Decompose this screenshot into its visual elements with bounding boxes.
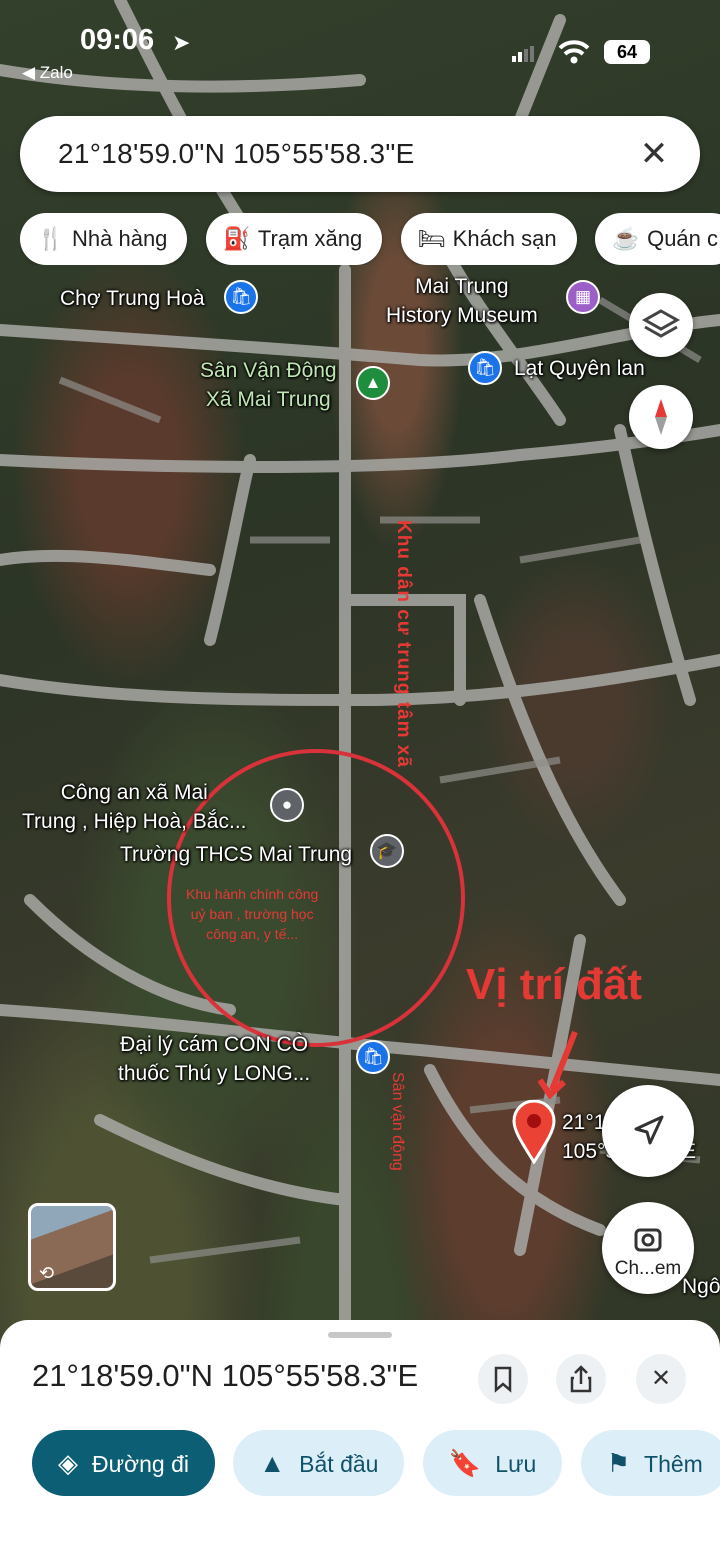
poi-label-lat-quyen[interactable]: Lạt Quyên lan (514, 354, 645, 383)
close-icon: ✕ (639, 135, 669, 173)
compass-icon (655, 399, 667, 435)
start-button[interactable]: ▲ Bắt đầu (233, 1430, 405, 1496)
poi-label-police[interactable]: Công an xã Mai Trung , Hiệp Hoà, Bắc... (22, 778, 247, 836)
restaurant-icon: 🍴 (37, 226, 65, 251)
action-buttons-row: ◈ Đường đi ▲ Bắt đầu 🔖 Lưu ⚑ Thêm (32, 1430, 720, 1496)
category-chips: 🍴 Nhà hàng ⛽ Trạm xăng 🛏 Khách sạn ☕ Quán c (20, 213, 720, 265)
wifi-icon (558, 40, 590, 64)
street-view-thumbnail[interactable]: ⟲ (28, 1203, 116, 1291)
action-label: Lưu (495, 1451, 537, 1477)
museum-line2: History Museum (386, 304, 538, 327)
compass-button[interactable] (629, 385, 693, 449)
shopping-icon-3[interactable]: 🛍 (356, 1040, 390, 1074)
search-bar[interactable]: 21°18'59.0"N 105°55'58.3"E ✕ (20, 116, 700, 192)
close-icon: ✕ (650, 1365, 672, 1392)
camera-label: Ch...em (614, 1258, 682, 1279)
museum-line1: Mai Trung (415, 275, 509, 298)
annotation-admin-area: Khu hành chính công uỷ ban , trường học … (186, 884, 318, 944)
chip-coffee[interactable]: ☕ Quán c (595, 213, 720, 265)
search-query[interactable]: 21°18'59.0"N 105°55'58.3"E (58, 138, 415, 170)
more-button[interactable]: ⚑ Thêm (580, 1430, 720, 1496)
layers-icon (641, 309, 681, 338)
clear-search-button[interactable]: ✕ (632, 132, 676, 176)
shopping-icon-2[interactable]: 🛍 (468, 351, 502, 385)
navigate-icon: ▲ (259, 1448, 286, 1478)
park-icon[interactable]: ▲ (356, 366, 390, 400)
stadium-line1: Sân Vận Động (200, 359, 337, 382)
share-icon (570, 1365, 592, 1393)
chip-hotels[interactable]: 🛏 Khách sạn (400, 213, 577, 265)
chip-label: Nhà hàng (72, 226, 168, 251)
bookmark-outline-icon (494, 1366, 512, 1393)
poi-label-school[interactable]: Trường THCS Mai Trung (120, 840, 352, 869)
annotation-land-location: Vị trí đất (466, 960, 643, 1009)
save-button[interactable]: 🔖 Lưu (422, 1430, 563, 1496)
chip-label: Khách sạn (452, 226, 557, 251)
action-label: Thêm (644, 1451, 703, 1477)
bed-icon: 🛏 (417, 226, 446, 251)
place-bottom-sheet[interactable]: 21°18'59.0"N 105°55'58.3"E ✕ ◈ Đường đi ▲… (0, 1320, 720, 1565)
close-sheet-button[interactable]: ✕ (636, 1354, 686, 1404)
chip-restaurants[interactable]: 🍴 Nhà hàng (20, 213, 188, 265)
sheet-drag-handle[interactable] (328, 1332, 392, 1338)
flag-icon: ⚑ (606, 1448, 631, 1478)
poi-label-stadium[interactable]: Sân Vận Động Xã Mai Trung (200, 356, 337, 414)
camera-search-button[interactable]: Ch...em (602, 1202, 694, 1294)
save-place-button[interactable] (478, 1354, 528, 1404)
poi-label-museum[interactable]: Mai Trung History Museum (386, 272, 538, 330)
shopping-icon[interactable]: 🛍 (224, 280, 258, 314)
cellular-signal-icon (512, 46, 534, 62)
coffee-icon: ☕ (612, 226, 640, 251)
place-coordinates: 21°18'59.0"N 105°55'58.3"E (32, 1358, 419, 1393)
action-label: Đường đi (92, 1451, 189, 1477)
chip-label: Trạm xăng (257, 226, 363, 251)
gas-station-icon: ⛽ (223, 226, 251, 251)
police-line2: Trung , Hiệp Hoà, Bắc... (22, 810, 247, 833)
status-bar: 09:06 ➤ ◀ Zalo 64 (0, 0, 720, 100)
police-line1: Công an xã Mai (60, 781, 208, 804)
bookmark-icon: 🔖 (448, 1448, 482, 1478)
share-button[interactable] (556, 1354, 606, 1404)
place-pin-icon[interactable]: ● (270, 788, 304, 822)
poi-label-shop[interactable]: Đại lý cám CON CÒ thuốc Thú y LONG... (118, 1030, 310, 1088)
annotation-residential: Khu dân cư trung tâm xã (393, 520, 414, 768)
location-arrow-icon: ➤ (172, 30, 191, 55)
shop-line2: thuốc Thú y LONG... (118, 1062, 311, 1085)
directions-button[interactable]: ◈ Đường đi (32, 1430, 215, 1496)
back-to-app-link[interactable]: ◀ Zalo (22, 63, 73, 83)
my-location-button[interactable] (602, 1085, 694, 1177)
layers-button[interactable] (629, 293, 693, 357)
admin-line3: công an, y tế... (206, 926, 299, 942)
annotation-sport-field: Sân vận động (389, 1072, 406, 1171)
admin-line1: Khu hành chính công (186, 886, 319, 902)
rotate-360-icon: ⟲ (39, 1263, 55, 1283)
navigation-arrow-icon (634, 1115, 664, 1145)
status-time: 09:06 (80, 24, 155, 56)
chip-label: Quán c (647, 226, 719, 251)
chip-gas-stations[interactable]: ⛽ Trạm xăng (205, 213, 383, 265)
stadium-line2: Xã Mai Trung (205, 388, 331, 411)
shop-line1: Đại lý cám CON CÒ (120, 1033, 309, 1056)
battery-indicator: 64 (604, 40, 650, 64)
poi-label-cho-trung-hoa[interactable]: Chợ Trung Hoà (60, 284, 205, 313)
dropped-pin-icon[interactable] (512, 1100, 556, 1164)
museum-icon[interactable]: ▦ (566, 280, 600, 314)
school-icon[interactable]: 🎓 (370, 834, 404, 868)
directions-icon: ◈ (58, 1448, 78, 1478)
action-label: Bắt đầu (299, 1451, 379, 1477)
admin-line2: uỷ ban , trường học (190, 906, 314, 922)
